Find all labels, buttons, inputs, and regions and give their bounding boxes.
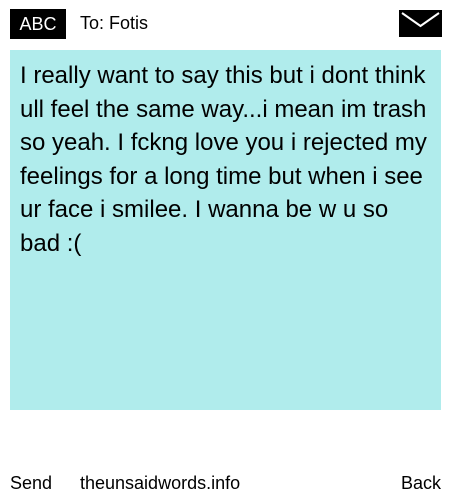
- message-text: I really want to say this but i dont thi…: [20, 62, 427, 257]
- bottom-bar: Send theunsaidwords.info Back: [0, 471, 450, 497]
- message-area[interactable]: I really want to say this but i dont thi…: [10, 50, 441, 410]
- top-bar: ABC To: Fotis: [0, 0, 450, 46]
- recipient-label: To: Fotis: [80, 13, 149, 33]
- site-link[interactable]: theunsaidwords.info: [80, 471, 240, 495]
- envelope-icon: [399, 10, 442, 37]
- back-button[interactable]: Back: [401, 471, 441, 495]
- send-button[interactable]: Send: [10, 471, 52, 495]
- input-mode-badge[interactable]: ABC: [10, 9, 66, 39]
